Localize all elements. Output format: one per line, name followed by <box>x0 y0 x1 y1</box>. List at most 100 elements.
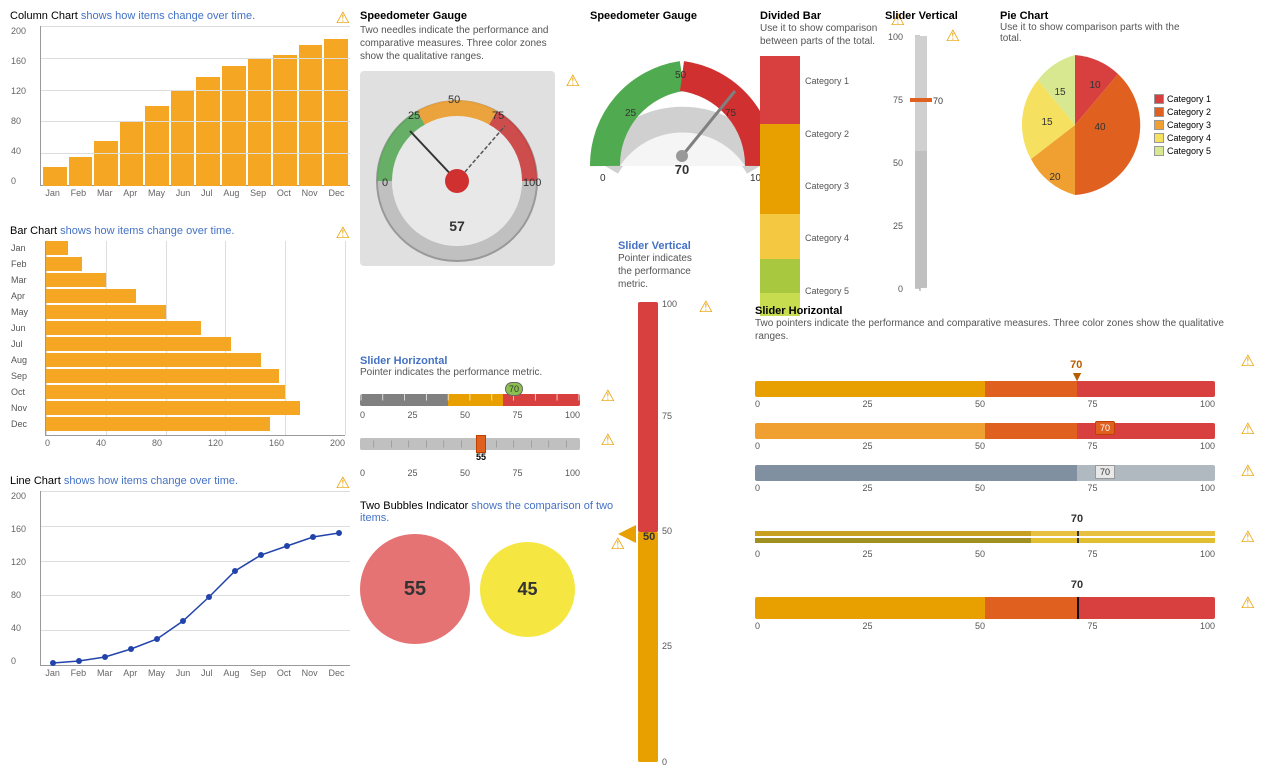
column-chart-title: Column Chart shows how items change over… <box>10 10 350 22</box>
svg-text:10: 10 <box>1089 80 1101 91</box>
pie-chart-legend: Category 1 Category 2 Category 3 Categor… <box>1154 94 1211 156</box>
bubbles-title: Two Bubbles Indicator shows the comparis… <box>360 500 630 524</box>
speedo1-desc: Two needles indicate the performance and… <box>360 24 565 63</box>
slider-h1: ⚠ | | | | | | | | | | | <box>360 386 615 420</box>
db-cat1 <box>760 56 800 124</box>
sh2-pointer: 70 <box>1095 421 1115 435</box>
legend-cat1: Category 1 <box>1154 94 1211 104</box>
svg-text:100: 100 <box>523 177 541 189</box>
slider-h1-track-container: | | | | | | | | | | | 70 <box>360 386 580 410</box>
bar-chart-warning: ⚠ <box>336 223 350 243</box>
column-chart-warning: ⚠ <box>336 8 350 28</box>
slider-h2-pointer <box>476 435 486 453</box>
svg-text:75: 75 <box>893 95 903 105</box>
sh1-ticks: 0255075100 <box>755 399 1215 409</box>
sh1-pointer-label: 70 ▼ <box>1070 359 1084 382</box>
bar-chart-bars: Jan Feb Mar Apr May Jun Jul Aug Sep Oct … <box>45 241 345 436</box>
speedometer1: Speedometer Gauge Two needles indicate t… <box>360 10 580 269</box>
divided-bar-labels: Category 1 Category 2 Category 3 Categor… <box>805 56 849 316</box>
line-chart-canvas: 20016012080400 <box>40 491 350 666</box>
line-chart-xticks: JanFebMarAprMayJunJulAugSepOctNovDec <box>40 668 350 678</box>
legend-cat5: Category 5 <box>1154 146 1211 156</box>
sh5-track <box>755 597 1215 619</box>
divided-bar-section: Divided Bar Use it to show comparison be… <box>760 10 905 316</box>
svg-text:100: 100 <box>662 299 677 309</box>
slider-h-main-3: ⚠ 70 0255075100 <box>755 465 1255 493</box>
svg-text:50: 50 <box>643 531 655 543</box>
svg-text:25: 25 <box>625 108 637 119</box>
slider-h-main-2: ⚠ 70 0255075100 <box>755 423 1255 451</box>
column-chart-xticks: JanFebMarAprMayJunJulAugSepOctNovDec <box>40 188 350 198</box>
sh4-ticks: 0255075100 <box>755 549 1215 559</box>
slider-h-small-desc: Pointer indicates the performance metric… <box>360 367 615 378</box>
slider-h-main-title: Slider Horizontal <box>755 305 1255 317</box>
divided-bar-bars <box>760 56 800 316</box>
svg-text:50: 50 <box>893 158 903 168</box>
column-chart-area: Column Chart shows how items change over… <box>10 10 350 220</box>
slider-h1-pointer: 70 <box>505 382 523 396</box>
slider-v-center-warning: ⚠ <box>699 297 713 317</box>
sh4-warning: ⚠ <box>1241 527 1255 547</box>
slider-h-main-section: Slider Horizontal Two pointers indicate … <box>755 305 1255 631</box>
legend-cat3: Category 3 <box>1154 120 1211 130</box>
slider-h2-ticks: 0255075100 <box>360 468 580 478</box>
bubbles-container: ⚠ 55 45 <box>360 534 630 644</box>
speedo1-warning: ⚠ <box>566 71 580 91</box>
bar-chart-xticks: 04080120160200 <box>45 438 345 448</box>
divided-bar-chart: Category 1 Category 2 Category 3 Categor… <box>760 56 905 316</box>
svg-text:75: 75 <box>725 108 737 119</box>
slider-h-main-1: ⚠ 70 ▼ 0255075100 <box>755 359 1255 409</box>
bubbles-section: Two Bubbles Indicator shows the comparis… <box>360 500 630 644</box>
slider-h2-track-container: || || || || || || 55 <box>360 430 580 454</box>
svg-text:25: 25 <box>662 641 672 651</box>
speedo1-svg: 0 25 50 75 100 57 <box>360 71 555 266</box>
sh3-pointer: 70 <box>1095 465 1115 479</box>
line-chart-title: Line Chart shows how items change over t… <box>10 475 350 487</box>
sh3-track <box>755 465 1215 481</box>
slider-v-left-svg: 100 75 50 25 0 70 <box>885 26 955 301</box>
legend-cat4: Category 4 <box>1154 133 1211 143</box>
sh1-warning: ⚠ <box>1241 351 1255 371</box>
pie-chart-container: 40 20 15 15 10 Category 1 Category 2 Cat… <box>1000 50 1265 200</box>
line-chart-area: Line Chart shows how items change over t… <box>10 475 350 720</box>
svg-text:70: 70 <box>933 96 943 106</box>
bubbles-warning: ⚠ <box>611 534 625 554</box>
svg-text:15: 15 <box>1041 117 1053 128</box>
sh3-ticks: 0255075100 <box>755 483 1215 493</box>
sh1-track <box>755 381 1215 397</box>
sh2-warning: ⚠ <box>1241 419 1255 439</box>
line-chart-warning: ⚠ <box>336 473 350 493</box>
line-chart-svg <box>41 491 351 666</box>
bar-chart-area: Bar Chart shows how items change over ti… <box>10 225 350 470</box>
slider-h-main-4: 70 ⚠ 0255075100 <box>755 513 1255 559</box>
svg-text:0: 0 <box>662 757 667 767</box>
bar-chart-title: Bar Chart shows how items change over ti… <box>10 225 350 237</box>
slider-h-small-section: Slider Horizontal Pointer indicates the … <box>360 355 615 478</box>
svg-text:40: 40 <box>1094 122 1106 133</box>
sh4-track <box>755 531 1215 547</box>
slider-h-main-desc: Two pointers indicate the performance an… <box>755 317 1245 343</box>
sh5-ticks: 0255075100 <box>755 621 1215 631</box>
bubbles-display: 55 45 <box>360 534 630 644</box>
svg-text:25: 25 <box>893 221 903 231</box>
sh2-track <box>755 423 1215 439</box>
slider-h1-ticks: 0255075100 <box>360 410 580 420</box>
svg-text:57: 57 <box>449 218 465 234</box>
db-cat2 <box>760 124 800 214</box>
column-chart-yticks: 20016012080400 <box>11 26 26 186</box>
divided-bar-title: Divided Bar <box>760 10 905 22</box>
slider-v-center-title: Slider Vertical <box>618 240 693 252</box>
speedo2-svg: 0 25 50 75 100 70 <box>590 26 775 186</box>
speedo1-title: Speedometer Gauge <box>360 10 580 22</box>
svg-text:50: 50 <box>675 70 687 81</box>
bubble1: 55 <box>360 534 470 644</box>
slider-h2: ⚠ || || || || || || 55 0255075100 <box>360 430 615 478</box>
divided-bar-desc: Use it to show comparison between parts … <box>760 22 905 48</box>
svg-text:75: 75 <box>662 411 672 421</box>
svg-text:70: 70 <box>675 162 689 177</box>
db-cat4 <box>760 259 800 293</box>
svg-text:20: 20 <box>1049 172 1061 183</box>
slider-vertical-left: Slider Vertical ⚠ 100 75 50 25 0 70 <box>885 10 960 304</box>
slider-h2-zones: || || || || || || <box>360 438 580 450</box>
svg-text:75: 75 <box>492 110 504 122</box>
